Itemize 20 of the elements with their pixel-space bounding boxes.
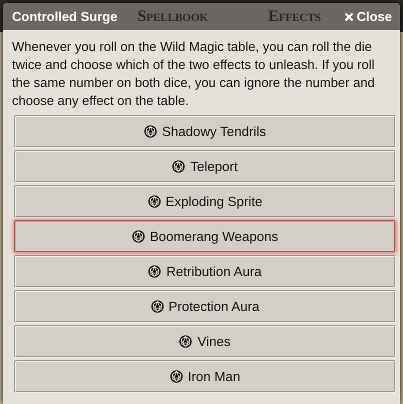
dialog-title: Controlled Surge xyxy=(12,9,118,24)
option-button[interactable]: Protection Aura xyxy=(14,290,396,323)
d20-icon xyxy=(172,160,186,173)
d20-icon xyxy=(179,335,192,348)
option-button[interactable]: Boomerang Weapons xyxy=(14,220,396,253)
d20-icon xyxy=(148,195,161,208)
d20-icon xyxy=(148,265,162,278)
d20-icon xyxy=(150,300,164,313)
description-text: Whenever you roll on the Wild Magic table, you can roll the die twice and choose which of the two effects to unleash. If you roll the same number on both dice, you can ignore the number and choose any effect on the table. xyxy=(12,38,376,110)
option-button[interactable]: Vines xyxy=(14,325,396,358)
option-button[interactable]: Iron Man xyxy=(14,360,396,393)
option-button[interactable]: Retribution Aura xyxy=(14,255,396,288)
close-button[interactable]: Close xyxy=(344,9,392,24)
option-button[interactable]: Exploding Sprite xyxy=(14,185,396,218)
option-button[interactable]: Shadowy Tendrils xyxy=(14,115,396,148)
d20-icon xyxy=(132,230,145,243)
d20-icon xyxy=(170,370,183,383)
close-icon xyxy=(344,12,354,22)
option-button[interactable]: Teleport xyxy=(14,150,396,183)
d20-icon xyxy=(144,125,157,138)
